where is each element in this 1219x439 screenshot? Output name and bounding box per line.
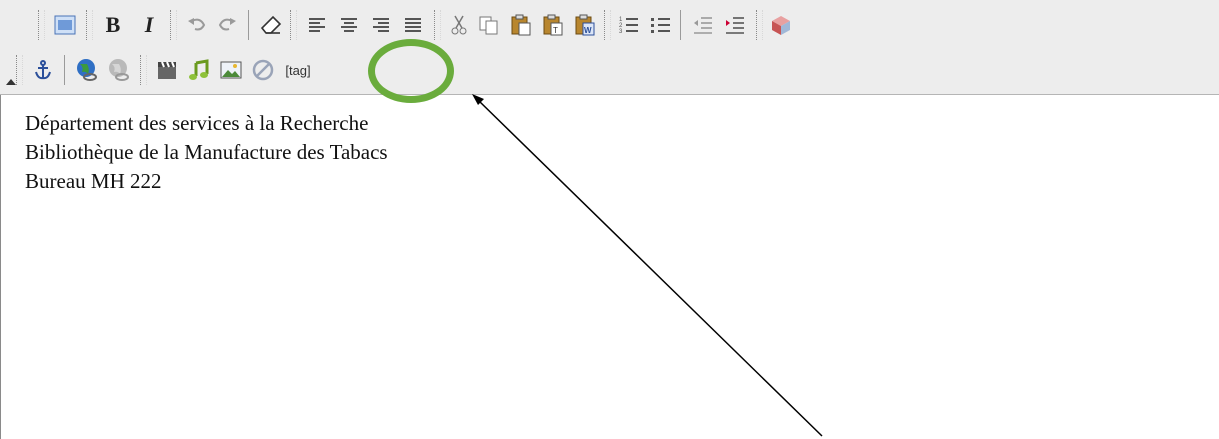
toolbar-separator	[170, 10, 177, 40]
eraser-icon[interactable]	[258, 12, 284, 38]
bold-button[interactable]: B	[100, 12, 126, 38]
collapse-toolbar-icon[interactable]	[6, 79, 16, 85]
toolbar-separator	[756, 10, 763, 40]
toolbar-separator	[248, 10, 250, 40]
indent-icon[interactable]	[722, 12, 748, 38]
toolbar-separator	[434, 10, 441, 40]
anchor-icon[interactable]	[30, 57, 56, 83]
toolbar-separator	[140, 55, 147, 85]
align-center-icon[interactable]	[336, 12, 362, 38]
bold-label: B	[105, 12, 121, 37]
globe-unlink-icon[interactable]	[106, 57, 132, 83]
toolbar-separator	[290, 10, 297, 40]
align-right-icon[interactable]	[368, 12, 394, 38]
no-entry-icon[interactable]	[250, 57, 276, 83]
copy-icon[interactable]	[476, 12, 502, 38]
undo-icon[interactable]	[184, 12, 210, 38]
tag-button[interactable]: [tag]	[278, 57, 318, 83]
text-line: Bureau MH 222	[25, 169, 162, 193]
clapperboard-icon[interactable]	[154, 57, 180, 83]
toolbar-separator	[64, 55, 66, 85]
paste-word-icon[interactable]: W	[572, 12, 598, 38]
image-icon[interactable]	[218, 57, 244, 83]
italic-label: I	[144, 12, 154, 37]
italic-button[interactable]: I	[136, 12, 162, 38]
paste-text-icon[interactable]: T	[540, 12, 566, 38]
align-left-icon[interactable]	[304, 12, 330, 38]
music-icon[interactable]	[186, 57, 212, 83]
editor-text[interactable]: Département des services à la Recherche …	[25, 109, 388, 196]
source-window-icon[interactable]	[52, 12, 78, 38]
globe-link-icon[interactable]	[74, 57, 100, 83]
scissors-icon[interactable]	[446, 12, 472, 38]
svg-text:T: T	[553, 26, 558, 35]
toolbar-separator	[38, 10, 45, 40]
toolbar-separator	[86, 10, 93, 40]
svg-text:W: W	[584, 26, 592, 35]
toolbar-separator	[604, 10, 611, 40]
bullet-list-icon[interactable]	[648, 12, 674, 38]
outdent-icon[interactable]	[690, 12, 716, 38]
justify-icon[interactable]	[400, 12, 426, 38]
toolbar-separator	[16, 55, 23, 85]
paste-icon[interactable]	[508, 12, 534, 38]
text-line: Bibliothèque de la Manufacture des Tabac…	[25, 140, 388, 164]
redo-icon[interactable]	[214, 12, 240, 38]
numbered-list-icon[interactable]: 123	[616, 12, 642, 38]
tag-button-label: [tag]	[285, 62, 311, 78]
editor-content-area[interactable]: Département des services à la Recherche …	[0, 95, 1219, 439]
editor-toolbar: B I T W 1 2 3 [tag]	[0, 0, 1219, 95]
text-line: Département des services à la Recherche	[25, 111, 369, 135]
cube-icon[interactable]	[768, 12, 794, 38]
svg-text:3: 3	[619, 29, 623, 35]
toolbar-separator	[680, 10, 682, 40]
